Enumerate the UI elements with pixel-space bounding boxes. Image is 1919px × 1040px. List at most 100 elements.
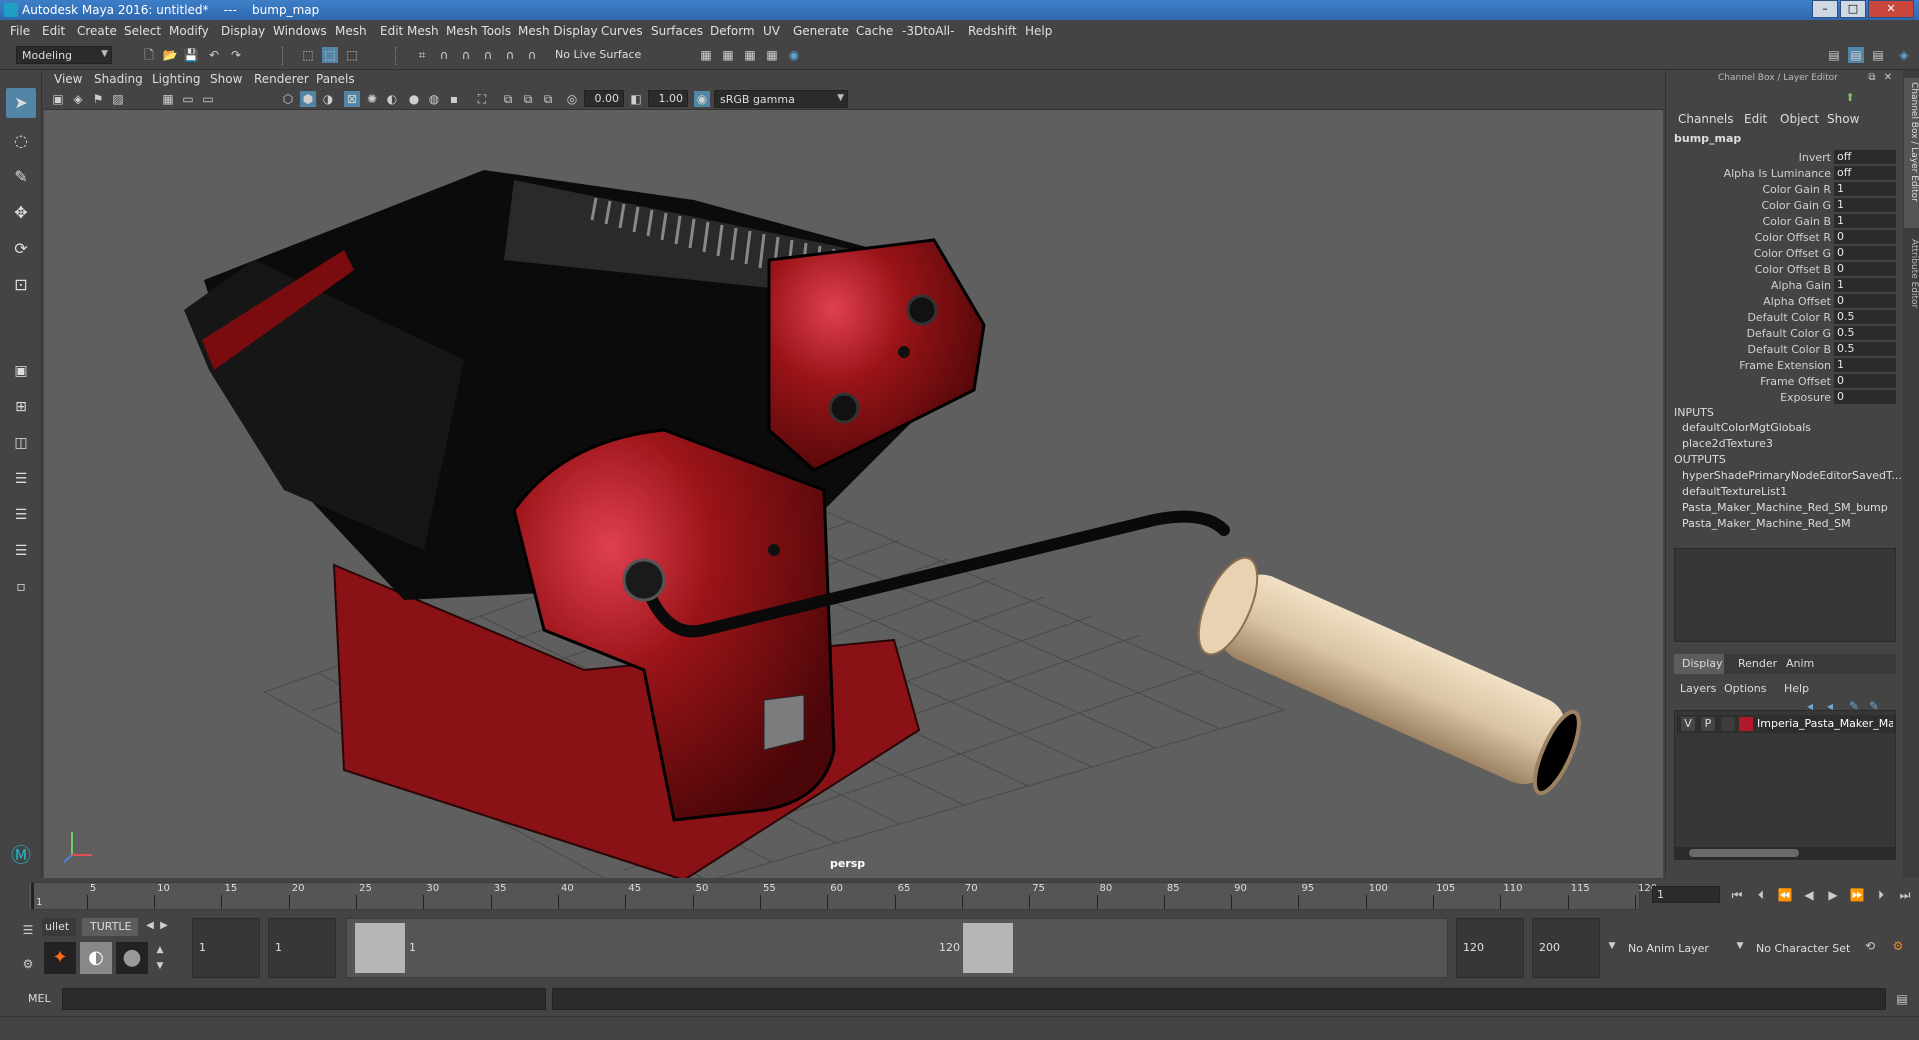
channel-attr-value[interactable]: 0.5 [1834, 310, 1896, 324]
float-panel-icon[interactable]: ⧉ [1864, 70, 1880, 86]
tab-display[interactable]: Display [1674, 654, 1724, 674]
menu-redshift[interactable]: Redshift [968, 24, 1017, 38]
select-hierarchy-icon[interactable]: ⬚ [300, 47, 316, 63]
channel-attr-value[interactable]: 0 [1834, 374, 1896, 388]
perspective-viewport[interactable]: View Shading Lighting Show Renderer Pane… [44, 70, 1663, 878]
chevron-down-icon[interactable]: ▼ [1732, 938, 1748, 954]
input-node[interactable]: defaultColorMgtGlobals [1682, 421, 1811, 434]
channel-attr-label[interactable]: Alpha Is Luminance [1724, 167, 1831, 180]
lasso-tool-icon[interactable]: ◌ [6, 126, 36, 156]
maximize-button[interactable]: □ [1840, 0, 1866, 18]
menu-display[interactable]: Display [221, 24, 265, 38]
cb-menu-show[interactable]: Show [1827, 112, 1859, 126]
wireframe-icon[interactable]: ⬡ [280, 91, 296, 107]
scene-start-field[interactable]: 1 [192, 918, 260, 978]
cb-menu-edit[interactable]: Edit [1744, 112, 1767, 126]
input-node[interactable]: place2dTexture3 [1682, 437, 1773, 450]
auto-key-icon[interactable]: ⟲ [1862, 938, 1878, 954]
time-slider[interactable]: 1 5 10 15 20 25 30 35 40 45 50 55 60 65 70 75 80 85 90 95 10… [0, 878, 1919, 912]
play-forwards-icon[interactable]: ▶ [1824, 886, 1842, 904]
workspace-icon[interactable]: ▤ [1826, 47, 1842, 63]
close-button[interactable]: ✕ [1868, 0, 1914, 18]
tool-settings-toggle-icon[interactable]: ▤ [1870, 47, 1886, 63]
channel-attr-label[interactable]: Frame Offset [1760, 375, 1831, 388]
resolution-gate-icon[interactable]: ▭ [200, 91, 216, 107]
channel-attr-label[interactable]: Color Offset B [1755, 263, 1831, 276]
menu-mesh[interactable]: Mesh [335, 24, 367, 38]
minimize-button[interactable]: – [1812, 0, 1838, 18]
smooth-shade-icon[interactable]: ⬢ [300, 91, 316, 107]
step-back-frame-icon[interactable]: ⏴ [1752, 886, 1770, 904]
hypershade-layout-icon[interactable]: ☰ [6, 536, 36, 566]
menu-select[interactable]: Select [124, 24, 161, 38]
shelf-settings-icon[interactable]: ⚙ [20, 956, 36, 972]
output-node[interactable]: hyperShadePrimaryNodeEditorSavedT... [1682, 469, 1902, 482]
layer-menu-layers[interactable]: Layers [1680, 682, 1716, 695]
grid-icon[interactable]: ▦ [160, 91, 176, 107]
ipr-render-icon[interactable]: ▦ [742, 47, 758, 63]
layer-visibility-toggle[interactable]: V [1681, 717, 1695, 731]
two-pane-layout-icon[interactable]: ◫ [6, 428, 36, 458]
range-end-handle[interactable] [963, 923, 1013, 973]
viewport-menu-panels[interactable]: Panels [316, 72, 355, 86]
channel-attr-value[interactable]: 1 [1834, 358, 1896, 372]
channel-attr-value[interactable]: 1 [1834, 214, 1896, 228]
shelf-menu-icon[interactable]: ☰ [20, 922, 36, 938]
snap-curve-icon[interactable]: ∩ [436, 47, 452, 63]
channel-attr-label[interactable]: Alpha Offset [1763, 295, 1831, 308]
hypershade-icon[interactable]: ◉ [786, 47, 802, 63]
exposure-field[interactable]: 0.00 [584, 90, 624, 107]
menu-generate[interactable]: Generate [793, 24, 849, 38]
xray-icon[interactable]: ⧉ [500, 91, 516, 107]
layer-color-swatch[interactable] [1739, 717, 1753, 731]
current-frame-field[interactable]: 1 [1652, 886, 1720, 903]
channel-attr-label[interactable]: Default Color R [1747, 311, 1831, 324]
more-layouts-icon[interactable]: ▫ [6, 572, 36, 602]
go-to-end-icon[interactable]: ⏭ [1896, 886, 1914, 904]
command-language-label[interactable]: MEL [28, 992, 51, 1005]
mode-selector[interactable]: Modeling ▼ [16, 46, 112, 64]
cb-menu-object[interactable]: Object [1780, 112, 1819, 126]
range-slider-track[interactable]: 1 120 [346, 918, 1448, 978]
menu-3dtoall[interactable]: -3DtoAll- [902, 24, 954, 38]
current-time-indicator[interactable] [31, 883, 34, 909]
layer-row[interactable]: V P Imperia_Pasta_Maker_Ma [1677, 715, 1895, 733]
channel-attr-value[interactable]: 1 [1834, 182, 1896, 196]
channel-attr-value[interactable]: off [1834, 150, 1896, 164]
image-plane-icon[interactable]: ▨ [110, 91, 126, 107]
ambient-occlusion-icon[interactable]: ● [406, 91, 422, 107]
channel-attr-value[interactable]: 0 [1834, 230, 1896, 244]
shelf-tab-turtle[interactable]: TURTLE [82, 918, 138, 936]
channel-attr-label[interactable]: Frame Extension [1739, 359, 1831, 372]
playback-start-field[interactable]: 1 [268, 918, 336, 978]
menu-file[interactable]: File [10, 24, 30, 38]
channel-attr-label[interactable]: Default Color B [1748, 343, 1831, 356]
output-node[interactable]: Pasta_Maker_Machine_Red_SM [1682, 517, 1851, 530]
channel-attr-value[interactable]: 0.5 [1834, 326, 1896, 340]
animation-prefs-icon[interactable]: ⚙ [1890, 938, 1906, 954]
channel-attr-value[interactable]: off [1834, 166, 1896, 180]
modeling-toolkit-icon[interactable]: ◈ [1896, 47, 1912, 63]
rotate-tool-icon[interactable]: ⟳ [6, 234, 36, 264]
viewport-menu-lighting[interactable]: Lighting [152, 72, 201, 86]
channel-attr-value[interactable]: 0 [1834, 262, 1896, 276]
channel-attr-value[interactable]: 0 [1834, 294, 1896, 308]
motion-blur-icon[interactable]: ◍ [426, 91, 442, 107]
tab-attribute-editor[interactable]: Attribute Editor [1904, 235, 1919, 325]
step-forward-frame-icon[interactable]: ⏵ [1872, 886, 1890, 904]
channel-attr-label[interactable]: Alpha Gain [1771, 279, 1831, 292]
gamma-field[interactable]: 1.00 [648, 90, 688, 107]
layer-name[interactable]: Imperia_Pasta_Maker_Ma [1757, 717, 1893, 730]
menu-edit[interactable]: Edit [42, 24, 65, 38]
channel-attr-label[interactable]: Color Offset G [1754, 247, 1831, 260]
tab-render[interactable]: Render [1738, 657, 1777, 670]
output-node[interactable]: defaultTextureList1 [1682, 485, 1787, 498]
go-to-start-icon[interactable]: ⏮ [1728, 886, 1746, 904]
select-tool-icon[interactable]: ➤ [6, 88, 36, 118]
channel-attr-label[interactable]: Color Gain B [1762, 215, 1831, 228]
time-slider-track[interactable]: 1 5 10 15 20 25 30 35 40 45 50 55 60 65 70 75 80 85 90 95 10… [28, 882, 1657, 910]
tab-channel-box[interactable]: Channel Box / Layer Editor [1904, 78, 1919, 228]
menu-modify[interactable]: Modify [169, 24, 209, 38]
shelf-up-icon[interactable]: ▲ [152, 942, 168, 958]
tab-anim[interactable]: Anim [1786, 657, 1814, 670]
